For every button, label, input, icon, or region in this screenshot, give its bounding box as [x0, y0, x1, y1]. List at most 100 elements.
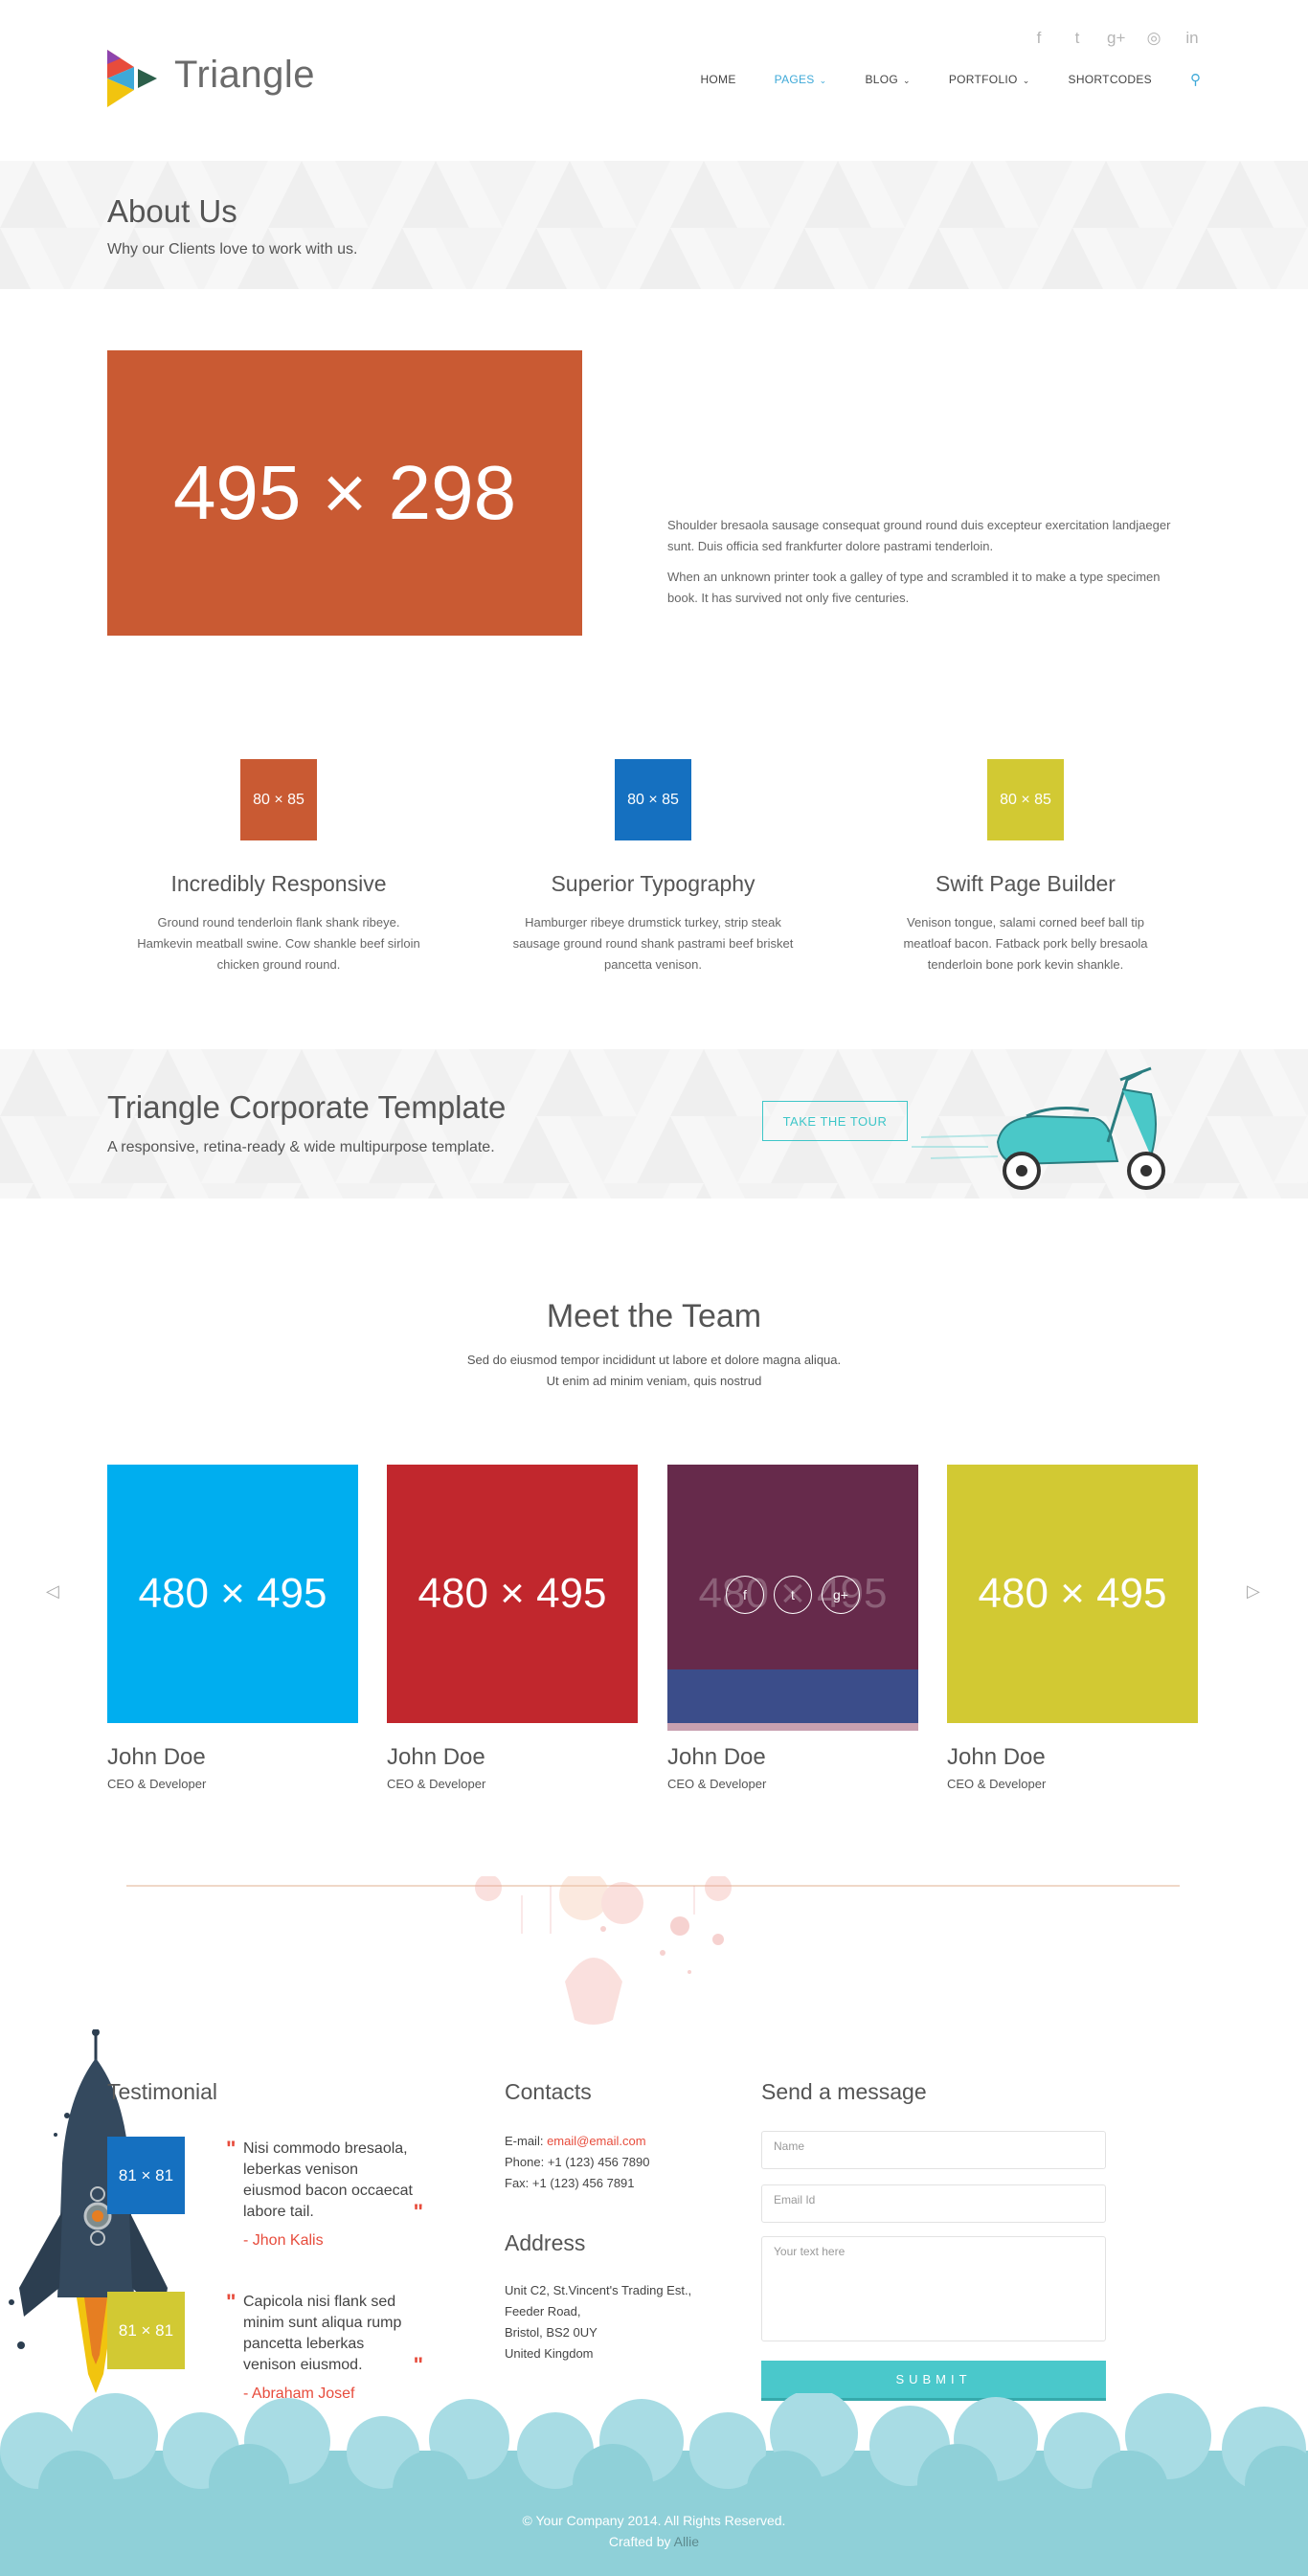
twitter-icon[interactable]: t: [774, 1576, 812, 1614]
copyright: © Your Company 2014. All Rights Reserved…: [522, 2513, 786, 2528]
testimonial-avatar-label: 81 × 81: [118, 2165, 174, 2184]
feature-desc: Ground round tenderloin flank shank ribe…: [137, 915, 420, 972]
email-link[interactable]: email@email.com: [547, 2134, 646, 2148]
testimonial-avatar: 81 × 81: [107, 2292, 185, 2369]
team-prev-arrow-icon[interactable]: ◁: [46, 1581, 59, 1602]
feature-desc: Hamburger ribeye drumstick turkey, strip…: [512, 915, 794, 972]
about-image-label: 495 × 298: [172, 450, 517, 535]
nav-item-blog[interactable]: BLOG ⌄: [865, 73, 910, 86]
feature-page-builder: 80 × 85 Swift Page Builder Venison tongu…: [839, 759, 1212, 975]
message-textarea[interactable]: Your text here: [761, 2236, 1106, 2341]
nav-item-label: BLOG: [865, 73, 899, 86]
crafter-link[interactable]: Allie: [674, 2534, 699, 2549]
member-role: CEO & Developer: [947, 1777, 1047, 1791]
about-paragraph-1: Shoulder bresaola sausage consequat grou…: [667, 518, 1171, 553]
quote-author: - Jhon Kalis: [243, 2232, 324, 2249]
member-name: John Doe: [667, 1744, 766, 1770]
feature-image-label: 80 × 85: [627, 791, 679, 808]
footer: © Your Company 2014. All Rights Reserved…: [0, 2510, 1308, 2552]
testimonial-avatar-label: 81 × 81: [118, 2320, 174, 2340]
feature-image-label: 80 × 85: [253, 791, 304, 808]
team-description: Sed do eiusmod tempor incididunt ut labo…: [0, 1350, 1308, 1392]
team-photo-label: 480 × 495: [417, 1570, 607, 1617]
quote-open-icon: ": [226, 2290, 237, 2314]
contact-fax: Fax: +1 (123) 456 7891: [505, 2176, 635, 2190]
feature-title: Incredibly Responsive: [170, 871, 387, 896]
testimonial-quote: " Nisi commodo bresaola, leberkas veniso…: [226, 2139, 423, 2251]
about-title: About Us: [107, 193, 237, 229]
logo-text[interactable]: Triangle: [174, 54, 315, 97]
quote-close-icon: ": [413, 2200, 423, 2224]
testimonial-title: Testimonial: [107, 2079, 218, 2104]
contact-email-line: E-mail: email@email.com: [505, 2131, 649, 2152]
about-subtitle: Why our Clients love to work with us.: [107, 241, 358, 258]
team-photo-label: 480 × 495: [138, 1570, 327, 1617]
nav-item-portfolio[interactable]: PORTFOLIO ⌄: [949, 73, 1030, 86]
hover-overlay-bar: [667, 1669, 918, 1723]
quote-text: Capicola nisi flank sed minim sunt aliqu…: [243, 2294, 402, 2373]
take-tour-button[interactable]: TAKE THE TOUR: [762, 1101, 908, 1141]
team-card[interactable]: 480 × 495 John Doe CEO & Developer: [387, 1465, 638, 1791]
twitter-icon[interactable]: t: [1069, 29, 1086, 48]
team-photo: 480 × 495: [387, 1465, 638, 1723]
team-desc-line-1: Sed do eiusmod tempor incididunt ut labo…: [466, 1353, 842, 1367]
crafted-by-line: Crafted by Allie: [0, 2531, 1308, 2552]
team-desc-line-2: Ut enim ad minim veniam, quis nostrud: [546, 1374, 762, 1388]
member-name: John Doe: [387, 1744, 485, 1770]
email-label: E-mail:: [505, 2134, 548, 2148]
email-input[interactable]: Email Id: [761, 2184, 1106, 2223]
member-name: John Doe: [107, 1744, 206, 1770]
cta-subtitle: A responsive, retina-ready & wide multip…: [107, 1139, 495, 1155]
google-plus-icon[interactable]: g+: [822, 1576, 860, 1614]
address-line: Bristol, BS2 0UY: [505, 2325, 598, 2340]
team-title: Meet the Team: [546, 1298, 762, 1334]
feature-title: Superior Typography: [551, 871, 755, 896]
team-card[interactable]: 480 × 495 John Doe CEO & Developer: [107, 1465, 358, 1791]
hover-overlay-strip: [667, 1723, 918, 1731]
team-next-arrow-icon[interactable]: ▷: [1247, 1581, 1260, 1602]
facebook-icon[interactable]: f: [1030, 29, 1048, 48]
contacts-title: Contacts: [505, 2079, 592, 2104]
team-photo-label: 480 × 495: [978, 1570, 1167, 1617]
feature-typography: 80 × 85 Superior Typography Hamburger ri…: [466, 759, 840, 975]
about-paragraph-2: When an unknown printer took a galley of…: [667, 570, 1161, 605]
member-role: CEO & Developer: [667, 1777, 767, 1791]
team-card[interactable]: 480 × 495 John Doe CEO & Developer: [947, 1465, 1198, 1791]
feature-title: Swift Page Builder: [936, 871, 1116, 896]
address-details: Unit C2, St.Vincent's Trading Est., Feed…: [505, 2280, 691, 2364]
testimonial-quote: " Capicola nisi flank sed minim sunt ali…: [226, 2290, 423, 2405]
nav-item-pages[interactable]: PAGES ⌄: [775, 73, 827, 86]
quote-text: Nisi commodo bresaola, leberkas venison …: [243, 2140, 413, 2220]
dribbble-icon[interactable]: ◎: [1145, 29, 1162, 48]
chevron-down-icon: ⌄: [903, 76, 911, 85]
team-photo: 480 × 495: [107, 1465, 358, 1723]
chevron-down-icon: ⌄: [819, 76, 827, 85]
address-line: Feeder Road,: [505, 2304, 581, 2318]
name-input[interactable]: Name: [761, 2131, 1106, 2169]
feature-responsive: 80 × 85 Incredibly Responsive Ground rou…: [92, 759, 465, 975]
search-icon[interactable]: ⚲: [1190, 71, 1201, 88]
social-links: f t g+ ◎ in: [1030, 29, 1201, 48]
testimonial-avatar: 81 × 81: [107, 2137, 185, 2214]
contact-details: E-mail: email@email.com Phone: +1 (123) …: [505, 2131, 649, 2194]
member-name: John Doe: [947, 1744, 1046, 1770]
member-role: CEO & Developer: [387, 1777, 486, 1791]
about-image: 495 × 298: [107, 350, 582, 636]
feature-desc: Venison tongue, salami corned beef ball …: [903, 915, 1148, 972]
nav-item-shortcodes[interactable]: SHORTCODES: [1069, 73, 1152, 86]
address-title: Address: [505, 2230, 586, 2255]
quote-close-icon: ": [413, 2353, 423, 2377]
about-text: Shoulder bresaola sausage consequat grou…: [667, 515, 1184, 618]
scooter-illustration: [912, 1066, 1165, 1190]
facebook-icon[interactable]: f: [726, 1576, 764, 1614]
crafted-by-label: Crafted by: [608, 2534, 674, 2549]
contact-phone: Phone: +1 (123) 456 7890: [505, 2155, 650, 2169]
feature-image: 80 × 85: [240, 759, 317, 840]
team-card-hovered[interactable]: 480 × 495 f t g+ John Doe CEO & Develope…: [667, 1465, 918, 1791]
nav-item-home[interactable]: HOME: [700, 73, 735, 86]
team-photo: 480 × 495 f t g+: [667, 1465, 918, 1731]
linkedin-icon[interactable]: in: [1184, 29, 1201, 48]
triangle-logo-icon[interactable]: [107, 50, 161, 107]
main-nav: HOME PAGES ⌄ BLOG ⌄ PORTFOLIO ⌄ SHORTCODES ⚲: [662, 71, 1201, 88]
google-plus-icon[interactable]: g+: [1107, 29, 1125, 48]
